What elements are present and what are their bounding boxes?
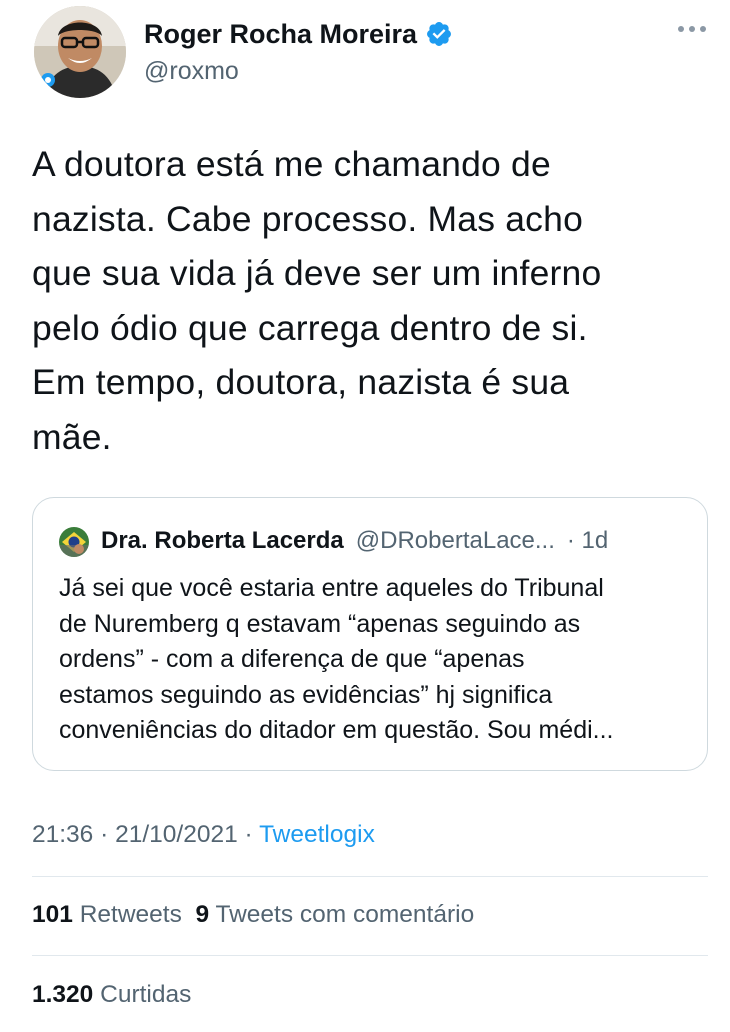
quote-tweets-label: Tweets com comentário [215,901,475,928]
quoted-tweet-card[interactable]: Dra. Roberta Lacerda @DRobertaLace... · … [32,497,708,771]
likes-row: 1.320 Curtidas [32,979,191,1011]
tweet-text-line: A doutora está me chamando de [32,144,551,184]
quote-text-line: conveniências do ditador em questão. Sou… [59,716,614,744]
quote-author-handle[interactable]: @DRobertaLace... [356,526,555,556]
quote-tweets-count: 9 [195,901,210,928]
divider [32,955,708,956]
quote-tweets-stat[interactable]: 9 Tweets com comentário [195,901,474,928]
quote-text-line: de Nuremberg q estavam “apenas seguindo … [59,609,581,638]
likes-label: Curtidas [100,981,192,1008]
tweet-text-line: Em tempo, doutora, nazista é sua [32,362,570,403]
quote-author-avatar[interactable] [59,527,89,557]
author-name-row: Roger Rocha Moreira [144,18,453,50]
tweet-text-line: mãe. [32,416,112,457]
quote-header: Dra. Roberta Lacerda @DRobertaLace... · … [101,526,608,556]
retweets-count: 101 [32,901,73,928]
meta-separator: · [237,821,260,848]
quote-text-line: ordens” - com a diferença de que “apenas [59,645,525,673]
meta-separator: · [93,821,116,848]
likes-count: 1.320 [32,981,94,1008]
author-handle[interactable]: @roxmo [144,56,239,86]
divider [32,876,708,877]
retweets-stat[interactable]: 101 Retweets [32,901,182,928]
retweets-label: Retweets [79,901,182,928]
tweet-header: Roger Rocha Moreira @roxmo [34,4,714,104]
tweet-date[interactable]: 21/10/2021 [115,821,238,848]
quote-author-name[interactable]: Dra. Roberta Lacerda [101,526,344,556]
tweet-text: A doutora está me chamando de nazista. C… [32,137,702,465]
tweet-text-line: pelo ódio que carrega dentro de si. [32,307,588,348]
quote-text-line: estamos seguindo as evidências” hj signi… [59,680,553,709]
author-name[interactable]: Roger Rocha Moreira [144,18,417,50]
author-avatar[interactable] [34,6,126,98]
quote-timestamp[interactable]: · 1d [567,526,608,556]
tweet-text-line: que sua vida já deve ser um inferno [32,253,602,294]
engagement-row: 101 Retweets 9 Tweets com comentário [32,899,474,931]
verified-badge-icon [427,22,452,46]
quote-text: Já sei que você estaria entre aqueles do… [59,571,699,749]
tweet-text-line: nazista. Cabe processo. Mas acho [32,198,584,239]
quote-text-line: Já sei que você estaria entre aqueles do… [59,574,604,602]
likes-stat[interactable]: 1.320 Curtidas [32,981,191,1008]
tweet-source-link[interactable]: Tweetlogix [259,821,375,848]
tweet-time[interactable]: 21:36 [32,821,93,848]
more-options-icon[interactable] [678,26,706,32]
tweet-meta: 21:36 · 21/10/2021 · Tweetlogix [32,818,375,852]
